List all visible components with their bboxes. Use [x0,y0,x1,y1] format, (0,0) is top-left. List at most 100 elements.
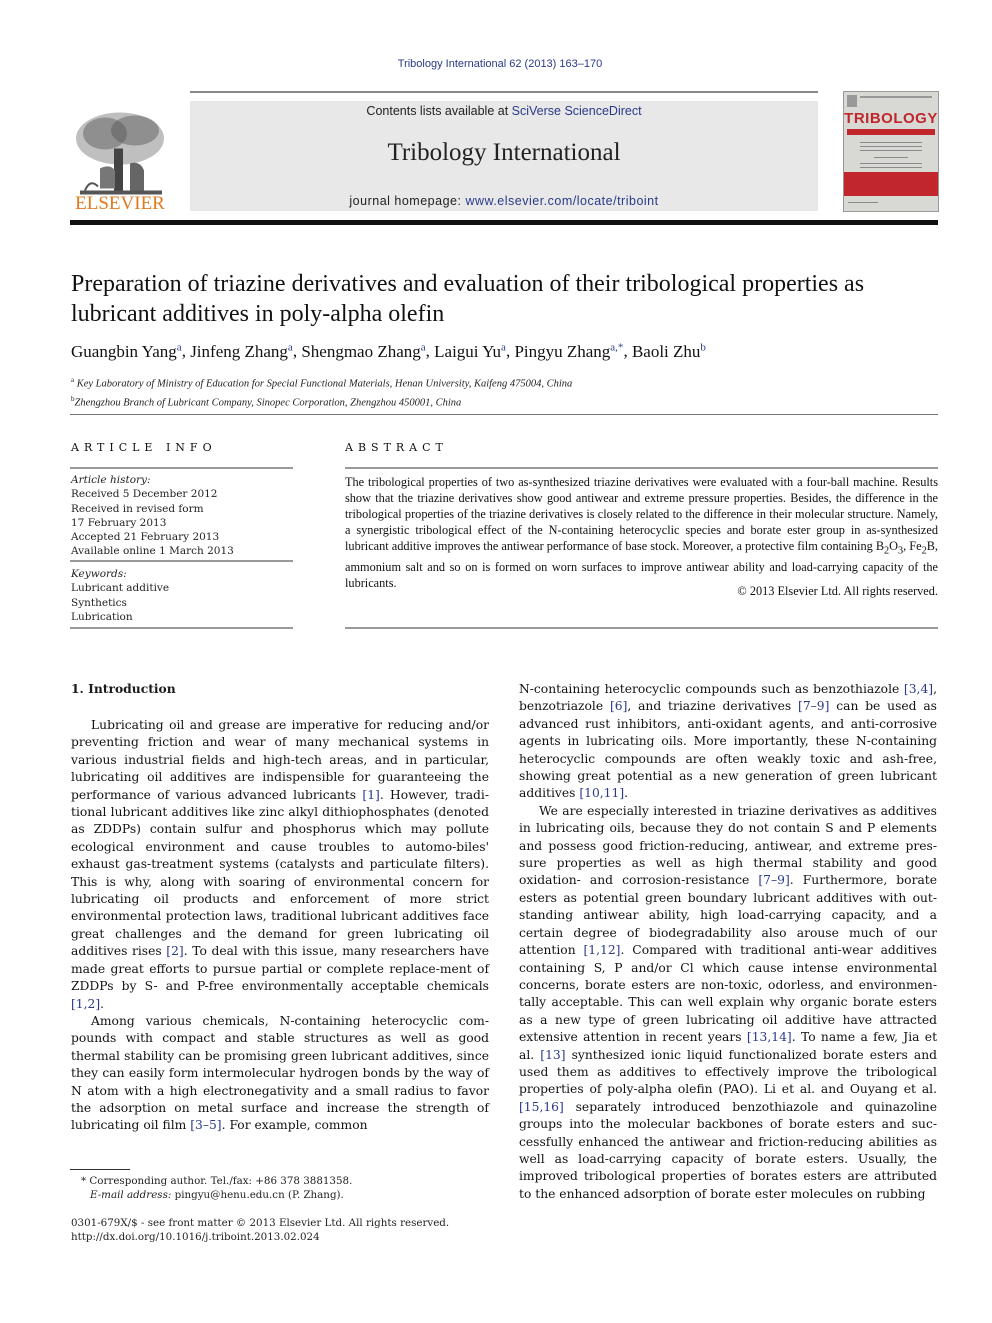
body-column-right: N-containing heterocyclic compounds such… [519,681,937,1203]
paragraph-text: N-containing heterocyclic compounds such… [519,682,904,696]
paragraph-text: . For example, common [221,1118,368,1133]
email-address[interactable]: pingyu@henu.edu.cn (P. Zhang). [171,1189,344,1201]
author-name: Pingyu Zhang [514,341,611,361]
paragraph: N-containing heterocyclic compounds such… [519,681,937,803]
journal-banner: Contents lists available at SciVerse Sci… [190,101,818,211]
paragraph-text: , and triazine derivatives [627,699,799,714]
header-thick-rule [70,220,938,225]
cover-title: TRIBOLOGY [844,110,938,127]
citation-link[interactable]: [10,11] [579,786,624,800]
affiliation-mark[interactable]: a [501,341,506,353]
author-list: Guangbin Yanga, Jinfeng Zhanga, Shengmao… [71,341,706,361]
cover-text-line [860,142,922,143]
paragraph-text: . Compared with traditional anti-wear ad… [519,943,937,1045]
sciencedirect-link[interactable]: SciVerse ScienceDirect [512,104,642,118]
citation-link[interactable]: [13] [540,1048,565,1062]
affiliation: bZhengzhou Branch of Lubricant Company, … [71,392,931,411]
citation-link[interactable]: [1] [362,788,379,802]
journal-homepage-link[interactable]: www.elsevier.com/locate/triboint [465,194,658,208]
author-name: Shengmao Zhang [301,341,421,361]
citation-link[interactable]: [3,4] [904,682,933,696]
paragraph-text: . However, tradi-tional lubricant additi… [71,787,489,959]
issn-doi-block: 0301-679X/$ - see front matter © 2013 El… [71,1216,491,1244]
homepage-prefix: journal homepage: [349,194,466,208]
affiliation-text: Key Laboratory of Ministry of Education … [76,378,573,390]
article-info-heading: ARTICLE INFO [71,441,217,454]
author-name: Baoli Zhu [631,341,701,361]
citation-link[interactable]: [6] [610,699,627,713]
keywords: Keywords: Lubricant additive Synthetics … [71,567,293,624]
citation-link[interactable]: [7–9] [798,699,829,713]
paragraph-text: synthesized ionic liquid functionalized … [519,1047,937,1097]
cover-text-line [860,163,922,164]
email-label: E-mail address: [90,1189,172,1201]
affiliation-mark[interactable]: a [288,341,293,353]
abstract-copyright: © 2013 Elsevier Ltd. All rights reserved… [737,584,938,598]
author[interactable]: Shengmao Zhanga [301,341,426,361]
author[interactable]: Laigui Yua [434,341,506,361]
affiliation-mark: a [71,376,75,384]
paragraph: Among various chemicals, N-containing he… [71,1013,489,1135]
cover-text-line [860,167,922,168]
keywords-label: Keywords: [71,568,127,580]
keyword: Lubricant additive [71,582,170,595]
article-history-label: Article history: [71,474,151,486]
footnotes: * Corresponding author. Tel./fax: +86 37… [71,1174,491,1202]
author[interactable]: Guangbin Yanga [71,341,182,361]
elsevier-wordmark: ELSEVIER [75,193,165,214]
author-name: Guangbin Yang [71,341,177,361]
citation-link[interactable]: [15,16] [519,1100,564,1114]
affiliation: a Key Laboratory of Ministry of Educatio… [71,373,931,392]
citation-link[interactable]: [1,2] [71,997,100,1011]
citation-link[interactable]: [1,12] [584,943,621,957]
section-heading-introduction: 1. Introduction [71,681,176,696]
issn-line: 0301-679X/$ - see front matter © 2013 El… [71,1217,450,1229]
paragraph-text: Among various chemicals, N-containing he… [71,1013,489,1133]
journal-homepage-line: journal homepage: www.elsevier.com/locat… [190,194,818,208]
history-item: Received in revised form [71,502,204,515]
paragraph-text: separately introduced benzothiazole and … [519,1099,937,1201]
history-item: Accepted 21 February 2013 [71,531,220,544]
cover-subtitle-band [847,129,935,135]
citation-link[interactable]: [2] [166,944,183,958]
cover-header-line [860,96,932,98]
affiliation-mark[interactable]: a [421,341,426,353]
article-title: Preparation of triazine derivatives and … [71,271,865,327]
abstract-rule [345,467,938,469]
author-name: Jinfeng Zhang [190,341,288,361]
paragraph-text: . [100,996,105,1011]
keyword: Synthetics [71,596,127,609]
affiliation-mark[interactable]: a [177,341,182,353]
affiliation-mark[interactable]: a,* [610,341,623,353]
journal-reference[interactable]: Tribology International 62 (2013) 163–17… [0,58,992,70]
cover-text-line [860,146,922,147]
author[interactable]: Baoli Zhub [631,341,706,361]
footnote-rule [70,1169,130,1170]
journal-cover-image[interactable]: TRIBOLOGY [843,91,939,212]
cover-text-line [860,150,922,151]
abstract-text: The tribological properties of two as-sy… [345,475,939,591]
author[interactable]: Pingyu Zhanga,* [514,341,623,361]
cover-publisher-mark [847,95,857,107]
paragraph-text: . [624,786,629,801]
citation-link[interactable]: [3–5] [190,1118,221,1132]
cover-footer-line [848,202,878,203]
doi-link[interactable]: http://dx.doi.org/10.1016/j.triboint.201… [71,1230,491,1244]
citation-link[interactable]: [7–9] [758,873,789,887]
author-name: Laigui Yu [434,341,502,361]
affiliation-mark[interactable]: b [700,341,706,353]
history-item: Available online 1 March 2013 [71,545,234,558]
body-column-left: Lubricating oil and grease are imperativ… [71,717,489,1135]
affiliations: a Key Laboratory of Ministry of Educatio… [71,373,931,410]
paragraph: Lubricating oil and grease are imperativ… [71,717,489,1013]
affiliation-divider [70,414,938,415]
keywords-rule [70,627,293,629]
contents-available-line: Contents lists available at SciVerse Sci… [190,104,818,118]
author[interactable]: Jinfeng Zhanga [190,341,293,361]
history-item: Received 5 December 2012 [71,488,218,501]
header-top-rule [190,91,818,93]
citation-link[interactable]: [13,14] [747,1030,792,1044]
history-rule [70,560,293,562]
corresponding-author-note: * Corresponding author. Tel./fax: +86 37… [81,1175,353,1187]
cover-text-line [874,157,908,158]
